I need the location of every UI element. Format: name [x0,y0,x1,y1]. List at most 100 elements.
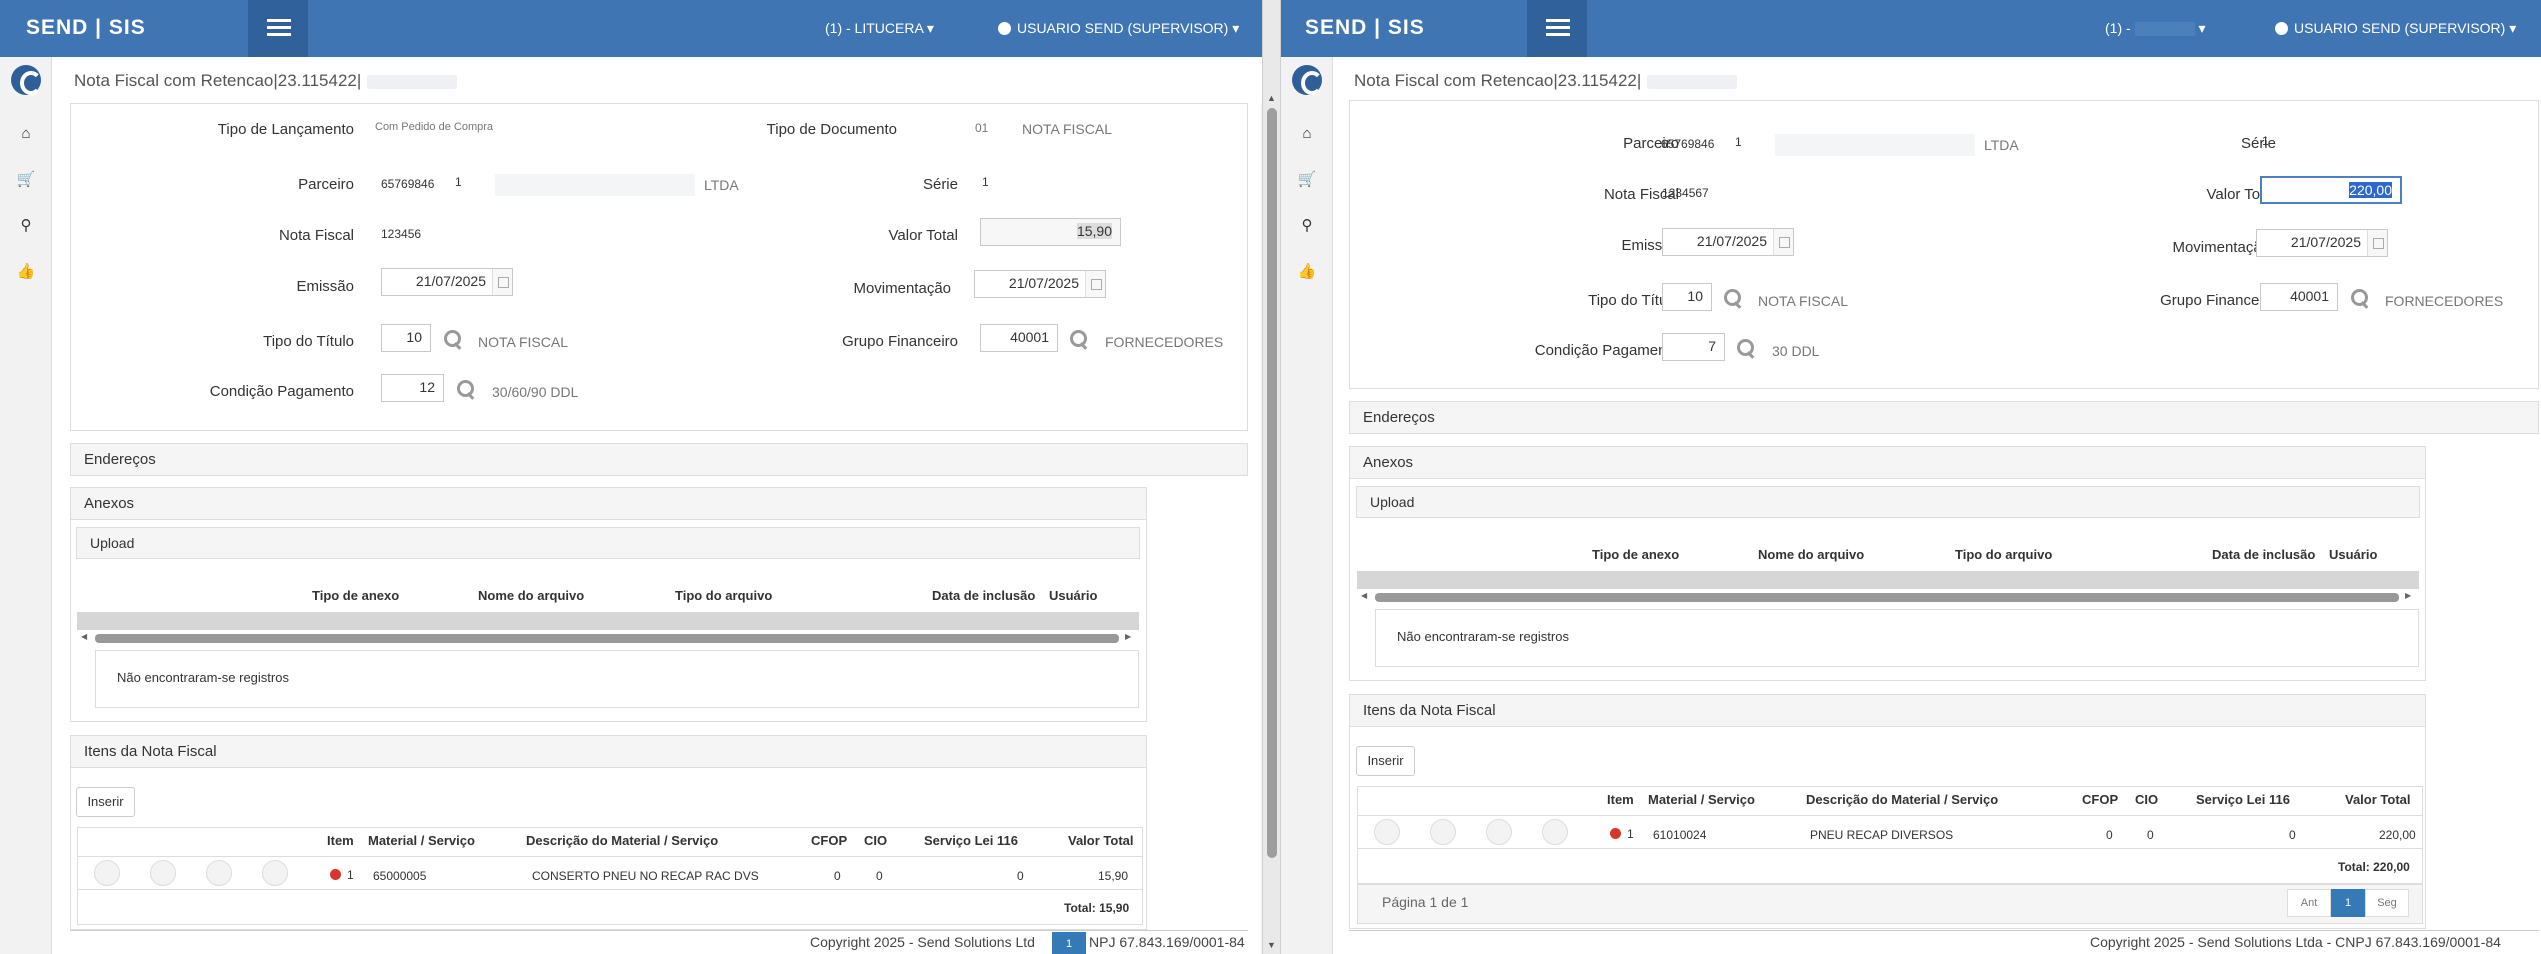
scroll-left-icon[interactable]: ◀ [81,632,87,641]
col-cio[interactable]: CIO [864,833,887,848]
col-usuario[interactable]: Usuário [1049,588,1097,603]
movimentacao-date-input[interactable]: 21/07/2025 [2256,229,2388,257]
col-item[interactable]: Item [327,833,354,848]
col-usuario[interactable]: Usuário [2329,547,2377,562]
brand-logo[interactable]: SEND | SIS [26,16,146,40]
scroll-left-icon[interactable]: ◀ [1361,591,1367,600]
prev-page-button[interactable]: Ant [2287,889,2331,917]
col-tipo-arquivo[interactable]: Tipo do arquivo [675,588,772,603]
col-descricao[interactable]: Descrição do Material / Serviço [1806,792,1998,807]
page-1-button[interactable]: 1 [1052,932,1086,954]
thumbs-up-icon[interactable]: 👍 [1295,260,1319,284]
col-nome-arquivo[interactable]: Nome do arquivo [1758,547,1864,562]
inserir-button[interactable]: Inserir [76,787,135,817]
col-item[interactable]: Item [1607,792,1634,807]
col-data-inclusao[interactable]: Data de inclusão [2212,547,2315,562]
menu-toggle-icon[interactable] [1527,0,1587,57]
col-servico-lei[interactable]: Serviço Lei 116 [924,833,1018,848]
emissao-date-input[interactable]: 21/07/2025 [381,268,513,296]
tipo-titulo-input[interactable]: 10 [1662,283,1712,311]
inserir-button[interactable]: Inserir [1356,746,1415,776]
scroll-down-icon[interactable]: ▼ [1267,940,1276,950]
emissao-date-input[interactable]: 21/07/2025 [1662,228,1794,256]
calendar-icon[interactable] [1085,271,1105,297]
col-cfop[interactable]: CFOP [2082,792,2118,807]
valor-total-input[interactable]: 220,00 [2260,176,2402,204]
valor-total-input[interactable]: 15,90 [980,218,1121,246]
horizontal-scrollbar[interactable] [1375,593,2399,602]
scroll-up-icon[interactable]: ▲ [1267,93,1276,103]
tenant-dropdown[interactable]: (1) - LITUCERA ▾ [825,20,934,37]
col-data-inclusao[interactable]: Data de inclusão [932,588,1035,603]
search-icon[interactable] [455,378,477,400]
edit-icon[interactable] [1430,819,1456,845]
edit-icon[interactable] [150,860,176,886]
col-tipo-arquivo[interactable]: Tipo do arquivo [1955,547,2052,562]
col-valor-total[interactable]: Valor Total [1068,833,1134,848]
col-servico-lei[interactable]: Serviço Lei 116 [2196,792,2290,807]
page-1-button[interactable]: 1 [2331,889,2365,917]
copy-icon[interactable] [262,860,288,886]
condicao-pagamento-input[interactable]: 7 [1662,333,1725,361]
grupo-financeiro-input[interactable]: 40001 [980,324,1058,352]
view-icon[interactable] [94,860,120,886]
col-cio[interactable]: CIO [2135,792,2158,807]
search-icon[interactable] [2349,287,2371,309]
col-tipo-anexo[interactable]: Tipo de anexo [312,588,399,603]
scroll-right-icon[interactable]: ▶ [1125,632,1131,641]
movimentacao-label: Movimentação [2172,239,2270,256]
view-icon[interactable] [1374,819,1400,845]
col-descricao[interactable]: Descrição do Material / Serviço [526,833,718,848]
condicao-pagamento-input[interactable]: 12 [381,374,444,402]
col-cfop[interactable]: CFOP [811,833,847,848]
tools-icon[interactable] [1486,819,1512,845]
search-icon[interactable] [442,328,464,350]
col-nome-arquivo[interactable]: Nome do arquivo [478,588,584,603]
scrollbar-thumb[interactable] [1267,108,1277,858]
thumbs-up-icon[interactable]: 👍 [14,260,38,284]
itens-panel-header[interactable]: Itens da Nota Fiscal [1349,694,2426,727]
user-dropdown[interactable]: USUARIO SEND (SUPERVISOR) ▾ [2275,20,2516,37]
search-icon[interactable]: ⚲ [14,214,38,238]
calendar-icon[interactable] [492,269,512,295]
next-page-button[interactable]: Seg [2365,889,2409,917]
cart-icon[interactable]: 🛒 [1295,168,1319,192]
search-icon[interactable] [1735,337,1757,359]
parceiro-label: Parceiro [298,176,354,193]
tipo-titulo-input[interactable]: 10 [381,324,431,352]
parceiro-name: LTDA [1984,137,2019,153]
calendar-icon[interactable] [1773,229,1793,255]
home-icon[interactable]: ⌂ [1295,122,1319,146]
col-material[interactable]: Material / Serviço [368,833,475,848]
anexos-panel-header[interactable]: Anexos [1349,446,2426,479]
menu-toggle-icon[interactable] [248,0,308,57]
movimentacao-date-input[interactable]: 21/07/2025 [974,270,1106,298]
scroll-right-icon[interactable]: ▶ [2405,591,2411,600]
col-valor-total[interactable]: Valor Total [2345,792,2411,807]
search-icon[interactable] [1722,287,1744,309]
search-icon[interactable]: ⚲ [1295,214,1319,238]
upload-panel-header[interactable]: Upload [76,527,1140,559]
grupo-financeiro-input[interactable]: 40001 [2260,283,2338,311]
enderecos-panel-header[interactable]: Endereços [1349,401,2539,434]
movimentacao-label: Movimentação [853,280,951,297]
right-window: SEND | SIS (1) - ▾ USUARIO SEND (SUPERVI… [1281,0,2541,954]
search-icon[interactable] [1068,328,1090,350]
col-tipo-anexo[interactable]: Tipo de anexo [1592,547,1679,562]
horizontal-scrollbar[interactable] [95,634,1119,643]
tools-icon[interactable] [206,860,232,886]
upload-panel-header[interactable]: Upload [1356,486,2420,518]
calendar-icon[interactable] [2367,230,2387,256]
itens-panel-header[interactable]: Itens da Nota Fiscal [70,735,1147,768]
tipo-titulo-value: NOTA FISCAL [1758,293,1848,309]
brand-logo[interactable]: SEND | SIS [1305,16,1425,40]
cart-icon[interactable]: 🛒 [14,168,38,192]
user-dropdown[interactable]: USUARIO SEND (SUPERVISOR) ▾ [998,20,1239,37]
enderecos-panel-header[interactable]: Endereços [70,443,1248,476]
col-material[interactable]: Material / Serviço [1648,792,1755,807]
tenant-dropdown[interactable]: (1) - ▾ [2105,20,2205,37]
home-icon[interactable]: ⌂ [14,122,38,146]
anexos-panel-header[interactable]: Anexos [70,487,1147,520]
valor-total-text: 220,00 [2349,182,2392,198]
copy-icon[interactable] [1542,819,1568,845]
